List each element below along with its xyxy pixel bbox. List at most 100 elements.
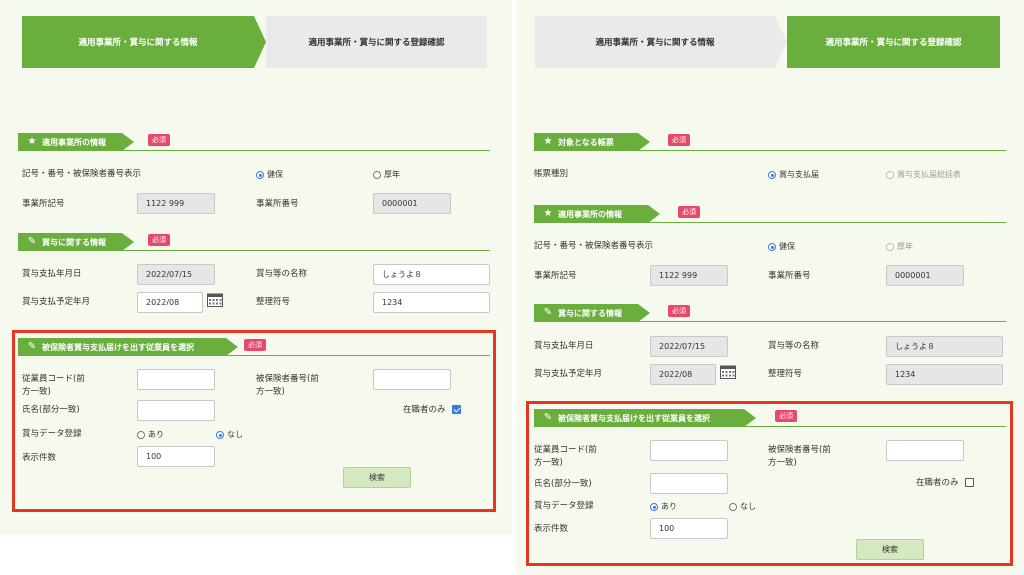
step-1-active: 適用事業所・賞与に関する情報 xyxy=(22,16,254,68)
bonus-name-input[interactable]: しょうよ８ xyxy=(373,264,490,285)
employee-name-label: 氏名(部分一致) xyxy=(22,405,80,415)
calendar-icon[interactable] xyxy=(720,364,736,379)
section-title: 賞与に関する情報 xyxy=(42,237,106,247)
bonus-data-label: 賞与データ登録 xyxy=(534,501,594,511)
left-screen: 適用事業所・賞与に関する情報 適用事業所・賞与に関する登録確認 適用事業所の情報… xyxy=(0,0,512,575)
pay-date-label: 賞与支払年月日 xyxy=(534,341,594,351)
employed-only-checkbox[interactable] xyxy=(965,478,974,487)
employed-only-checkbox[interactable] xyxy=(452,405,461,414)
bonus-name-label: 賞与等の名称 xyxy=(256,269,308,279)
radio-bonus-no[interactable]: なし xyxy=(729,502,756,512)
office-number-field: 0000001 xyxy=(373,193,451,214)
star-icon: ★ xyxy=(543,136,553,147)
office-symbol-label: 事業所記号 xyxy=(534,271,577,281)
section-title-tip xyxy=(122,133,134,151)
employee-section-header: 被保険者賞与支払届けを出す従業員を選択 ✎ 必須 xyxy=(534,409,1006,429)
ref-code-input[interactable]: 1234 xyxy=(373,292,490,313)
insured-number-label-cont: 方一致) xyxy=(256,387,285,397)
step-2-label: 適用事業所・賞与に関する登録確認 xyxy=(308,38,445,48)
step-2-active: 適用事業所・賞与に関する登録確認 xyxy=(787,16,1000,68)
bonus-data-label: 賞与データ登録 xyxy=(22,429,82,439)
radio-label: 厚年 xyxy=(384,170,400,179)
section-title-tip xyxy=(744,409,756,427)
radio-dot[interactable] xyxy=(886,171,894,179)
section-title-bar: 被保険者賞与支払届けを出す従業員を選択 xyxy=(18,338,226,356)
pay-date-label: 賞与支払年月日 xyxy=(22,269,82,279)
insured-number-label-cont: 方一致) xyxy=(768,458,797,468)
symbol-display-label: 記号・番号・被保険者番号表示 xyxy=(22,169,142,179)
employee-name-label: 氏名(部分一致) xyxy=(534,479,592,489)
bonus-name-label: 賞与等の名称 xyxy=(768,341,820,351)
employee-section-header: 被保険者賞与支払届けを出す従業員を選択 ✎ 必須 xyxy=(18,338,490,358)
required-badge: 必須 xyxy=(668,134,690,146)
radio-kounen[interactable]: 厚年 xyxy=(886,242,913,252)
form-section-header: 対象となる帳票 ★ 必須 xyxy=(534,133,1006,153)
radio-label: あり xyxy=(148,430,164,439)
symbol-display-label: 記号・番号・被保険者番号表示 xyxy=(534,241,654,251)
radio-label: なし xyxy=(740,502,756,511)
search-button[interactable]: 検索 xyxy=(856,539,924,560)
star-icon: ★ xyxy=(27,136,37,147)
required-badge: 必須 xyxy=(148,234,170,246)
pay-date-field: 2022/07/15 xyxy=(650,336,728,357)
radio-dot[interactable] xyxy=(650,503,658,511)
insured-number-label: 被保険者番号(前 xyxy=(256,374,319,384)
step-2-label: 適用事業所・賞与に関する登録確認 xyxy=(825,38,962,48)
display-count-label: 表示件数 xyxy=(534,524,569,534)
radio-bonus-yes[interactable]: あり xyxy=(137,430,164,440)
radio-dot[interactable] xyxy=(216,431,224,439)
step-1-label: 適用事業所・賞与に関する情報 xyxy=(78,38,198,48)
insured-number-label: 被保険者番号(前 xyxy=(768,445,831,455)
required-badge: 必須 xyxy=(678,206,700,218)
section-title-tip xyxy=(122,233,134,251)
insured-number-input[interactable] xyxy=(886,440,964,461)
required-badge: 必須 xyxy=(668,305,690,317)
radio-bonus-yes[interactable]: あり xyxy=(650,502,677,512)
employee-name-input[interactable] xyxy=(137,400,215,421)
planned-month-input[interactable]: 2022/08 xyxy=(137,292,203,313)
emp-code-label-cont: 方一致) xyxy=(534,458,563,468)
section-title: 被保険者賞与支払届けを出す従業員を選択 xyxy=(558,413,710,423)
display-count-input[interactable]: 100 xyxy=(137,446,215,467)
employed-only-label: 在職者のみ xyxy=(403,405,446,415)
section-title: 適用事業所の情報 xyxy=(558,209,622,219)
employed-only-label: 在職者のみ xyxy=(916,478,959,488)
emp-code-input[interactable] xyxy=(137,369,215,390)
employee-name-input[interactable] xyxy=(650,473,728,494)
radio-dot[interactable] xyxy=(886,243,894,251)
section-title-tip xyxy=(638,133,650,151)
radio-dot[interactable] xyxy=(768,171,776,179)
required-badge: 必須 xyxy=(148,134,170,146)
radio-label: 厚年 xyxy=(897,242,913,251)
emp-code-input[interactable] xyxy=(650,440,728,461)
radio-dot[interactable] xyxy=(256,171,264,179)
radio-dot[interactable] xyxy=(373,171,381,179)
radio-bonus-pay-form[interactable]: 賞与支払届 xyxy=(768,170,819,180)
radio-label: 健保 xyxy=(267,170,283,179)
radio-dot[interactable] xyxy=(729,503,737,511)
bonus-section-header: 賞与に関する情報 ✎ 必須 xyxy=(534,304,1006,324)
section-title: 適用事業所の情報 xyxy=(42,137,106,147)
emp-code-label: 従業員コード(前 xyxy=(22,374,85,384)
pay-date-field: 2022/07/15 xyxy=(137,264,215,285)
radio-kounen[interactable]: 厚年 xyxy=(373,170,400,180)
calendar-icon[interactable] xyxy=(207,292,223,307)
office-symbol-field: 1122 999 xyxy=(650,265,728,286)
search-button[interactable]: 検索 xyxy=(343,467,411,488)
radio-dot[interactable] xyxy=(137,431,145,439)
radio-bonus-summary-form[interactable]: 賞与支払届総括表 xyxy=(886,170,961,180)
emp-code-label: 従業員コード(前 xyxy=(534,445,597,455)
insured-number-input[interactable] xyxy=(373,369,451,390)
radio-kenpo[interactable]: 健保 xyxy=(256,170,283,180)
office-section-header: 適用事業所の情報 ★ 必須 xyxy=(18,133,490,153)
radio-dot[interactable] xyxy=(768,243,776,251)
pencil-icon: ✎ xyxy=(27,341,37,352)
radio-bonus-no[interactable]: なし xyxy=(216,430,243,440)
office-symbol-field: 1122 999 xyxy=(137,193,215,214)
display-count-label: 表示件数 xyxy=(22,453,57,463)
radio-kenpo[interactable]: 健保 xyxy=(768,242,795,252)
display-count-input[interactable]: 100 xyxy=(650,518,728,539)
bonus-name-field: しょうよ８ xyxy=(886,336,1003,357)
radio-label: 賞与支払届総括表 xyxy=(897,170,961,179)
planned-month-label: 賞与支払予定年月 xyxy=(534,369,603,379)
